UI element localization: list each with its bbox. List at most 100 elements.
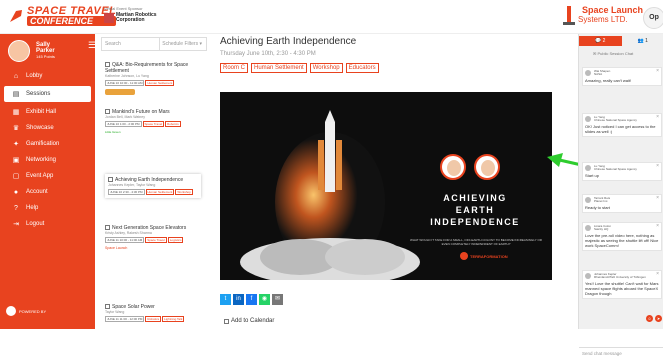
sidebar-item-label: Lobby	[26, 73, 42, 79]
profile[interactable]: Sally Parker 145 Points	[0, 34, 95, 68]
powered-by-label: POWERED BY	[19, 309, 46, 314]
chat-actions: ☺ ➤	[646, 315, 662, 322]
emoji-icon[interactable]: ☺	[646, 315, 653, 322]
sidebar-item-logout[interactable]: ⇥Logout	[0, 216, 95, 232]
rocket-icon	[8, 8, 24, 24]
sidebar-item-gamification[interactable]: ✦Gamification	[0, 136, 95, 152]
brand-logo[interactable]: Space Launch Systems LTD.	[560, 4, 643, 26]
video-subtitle: WHAT WOULD IT TAKE FOR A SMALL, OFF-EART…	[406, 238, 546, 246]
sidebar-item-showcase[interactable]: ♛Showcase	[0, 120, 95, 136]
calendar-icon	[105, 304, 110, 309]
session-sponsor-logo	[105, 89, 135, 95]
sidebar-item-label: Gamification	[26, 141, 59, 147]
chat-author-org: Chinese National Space Agency	[594, 119, 637, 122]
avatar	[8, 40, 30, 62]
video-player[interactable]: ACHIEVING EARTH INDEPENDENCE WHAT WOULD …	[220, 92, 552, 280]
page-title: Achieving Earth Independence	[220, 36, 356, 47]
user-avatar-button[interactable]: Op	[643, 7, 663, 29]
sidebar-item-exhibit-hall[interactable]: ▦Exhibit Hall	[0, 104, 95, 120]
session-card[interactable]: Achieving Earth IndependenceJohannes Kep…	[105, 174, 201, 198]
people-count: 1	[645, 38, 648, 44]
launch-tower-icon	[560, 4, 578, 26]
hamburger-icon[interactable]: ☰	[88, 40, 96, 51]
event-logo[interactable]: SPACE TRAVEL CONFERENCE	[8, 6, 116, 26]
schedule-filter-select[interactable]: Schedule Filters ▾	[159, 38, 204, 50]
twitter-icon[interactable]: t	[220, 294, 231, 305]
chat-text: Start up	[585, 173, 659, 178]
session-card[interactable]: Q&A: Bio-Requirements for Space Settleme…	[105, 62, 201, 95]
sidebar-item-label: Logout	[26, 221, 44, 227]
brand-name: Space Launch	[582, 6, 643, 15]
session-tag: Robotics	[145, 316, 161, 322]
header-sponsor[interactable]: Virtual Event Sponsor Martian Robotics C…	[104, 6, 157, 23]
sponsor-caption: Virtual Event Sponsor	[104, 6, 157, 11]
network-icon: ▣	[12, 156, 20, 164]
session-tag: JUNE 10 2:30 - 4:30 PM	[108, 189, 145, 195]
close-icon[interactable]: ×	[656, 68, 659, 74]
linkedin-icon[interactable]: in	[233, 294, 244, 305]
schedule-panel: Search Schedule Filters ▾ Q&A: Bio-Requi…	[97, 34, 213, 329]
email-icon[interactable]: ✉	[272, 294, 283, 305]
chat-message: ×Johannes KeplerRheinland-Pfalz Universi…	[582, 270, 662, 299]
close-icon[interactable]: ×	[656, 271, 659, 277]
session-card[interactable]: Mankind's Future on MarsJordan Bell, Mar…	[105, 109, 201, 134]
session-tag: Workshop	[175, 189, 192, 195]
avatar	[585, 225, 591, 231]
video-title-line1: ACHIEVING	[400, 192, 550, 204]
tab-people[interactable]: 👥 1	[622, 36, 663, 46]
mobile-icon: ▢	[12, 172, 20, 180]
chat-author-org: Chinese National Space Agency	[594, 168, 637, 171]
session-sponsor-logo: Space Launch	[105, 246, 201, 250]
sidebar-item-help[interactable]: ?Help	[0, 200, 95, 216]
sidebar-item-sessions[interactable]: ▤Sessions	[4, 86, 91, 102]
session-speakers: Katherine Johnson, Lu Yang	[105, 74, 201, 78]
chat-message: ×Lu YangChinese National Space AgencyOK!…	[582, 113, 662, 137]
session-chip[interactable]: Room C	[220, 63, 248, 73]
avatar	[585, 70, 591, 76]
video-title-line3: INDEPENDENCE	[400, 216, 550, 228]
share-buttons: t in f ◉ ✉	[220, 294, 283, 305]
filter-label: Schedule Filters	[162, 41, 198, 47]
video-title: ACHIEVING EARTH INDEPENDENCE	[400, 192, 550, 228]
sidebar-item-networking[interactable]: ▣Networking	[0, 152, 95, 168]
globe-icon	[460, 252, 468, 260]
close-icon[interactable]: ×	[656, 223, 659, 229]
session-tag: Human Settlement	[146, 189, 175, 195]
sidebar: Sally Parker 145 Points ☰ ⌂ Lobby ▤Session…	[0, 34, 95, 329]
account-icon: ●	[12, 189, 20, 196]
session-tag: JUNE 10 10:00 - 11:00 AM	[105, 80, 144, 86]
session-chip[interactable]: Workshop	[310, 63, 343, 73]
add-to-calendar-button[interactable]: Add to Calendar	[224, 318, 274, 324]
session-card[interactable]: Next Generation Space ElevatorsKristy As…	[105, 225, 201, 250]
sidebar-item-lobby[interactable]: ⌂ Lobby	[0, 68, 95, 84]
chat-text: Ready to start	[585, 205, 659, 210]
chat-input-placeholder: Send chat message	[582, 351, 622, 356]
send-icon[interactable]: ➤	[655, 315, 662, 322]
home-icon: ⌂	[12, 73, 20, 80]
sidebar-item-event-app[interactable]: ▢Event App	[0, 168, 95, 184]
facebook-icon[interactable]: f	[246, 294, 257, 305]
sidebar-item-account[interactable]: ●Account	[0, 184, 95, 200]
logo-title: SPACE TRAVEL	[27, 6, 116, 16]
session-chip[interactable]: Human Settlement	[251, 63, 307, 73]
session-chip[interactable]: Educators	[346, 63, 379, 73]
calendar-icon	[224, 319, 229, 324]
chat-text: OK! Just noticed I can get access to the…	[585, 124, 659, 134]
user-points: 145 Points	[36, 54, 55, 60]
speaker-avatar	[474, 154, 500, 180]
session-card[interactable]: Space Solar PowerTaylor WangJUNE 11 11:0…	[105, 304, 201, 322]
search-input[interactable]: Search Schedule Filters ▾	[101, 37, 207, 51]
chat-text: Love the pre-roll video here, nothing as…	[585, 233, 659, 248]
close-icon[interactable]: ×	[656, 163, 659, 169]
trophy-icon: ♛	[12, 124, 20, 132]
logo-subtitle: CONFERENCE	[27, 16, 116, 26]
chat-panel: 💬 2 👥 1 ✉ Public Session Chat ×Wai Shape…	[578, 34, 663, 329]
close-icon[interactable]: ×	[656, 114, 659, 120]
whatsapp-icon[interactable]: ◉	[259, 294, 270, 305]
close-icon[interactable]: ×	[656, 195, 659, 201]
help-icon: ?	[12, 205, 20, 212]
session-title: Q&A: Bio-Requirements for Space Settleme…	[105, 62, 201, 74]
chat-message-input[interactable]: Send chat message	[579, 347, 663, 359]
tab-chat[interactable]: 💬 2	[579, 36, 622, 46]
session-tag: Robotics	[165, 121, 181, 127]
